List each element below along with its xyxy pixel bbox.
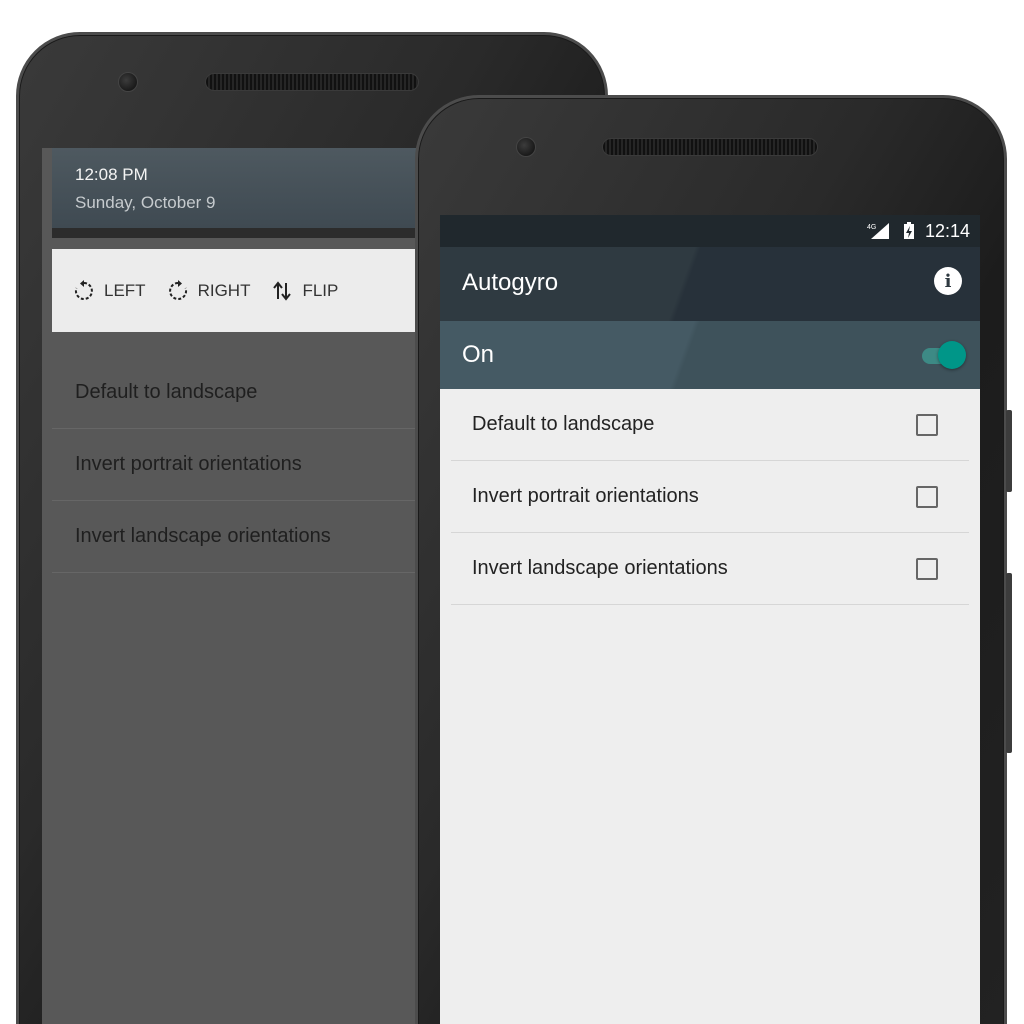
status-bar: 4G 12:14 — [440, 215, 980, 247]
rotate-right-icon — [168, 279, 187, 300]
pref-label: Invert portrait orientations — [472, 485, 699, 507]
back-row-label: Default to landscape — [75, 381, 258, 403]
back-phone-screen: 12:08 PM Sunday, October 9 LEFT RIGHT FL… — [42, 148, 418, 1024]
back-row-invert-landscape[interactable]: Invert landscape orientations — [52, 501, 418, 573]
rotate-left-label: LEFT — [104, 280, 146, 300]
volume-button[interactable] — [1006, 410, 1012, 492]
back-row-invert-portrait[interactable]: Invert portrait orientations — [52, 429, 418, 501]
front-camera-icon — [516, 137, 536, 157]
flip-label: FLIP — [302, 280, 339, 300]
notification-divider — [52, 228, 418, 238]
pref-label: Default to landscape — [472, 413, 655, 435]
app-bar: Autogyro i — [440, 247, 980, 321]
invert-landscape-checkbox[interactable] — [916, 557, 938, 580]
rotate-right-button[interactable]: RIGHT — [166, 279, 251, 303]
master-switch-toggle[interactable] — [938, 341, 966, 369]
signal-4g-icon: 4G — [867, 223, 889, 239]
rotate-right-label: RIGHT — [197, 280, 251, 300]
pref-label: Invert landscape orientations — [472, 557, 728, 579]
master-switch-label: On — [462, 341, 495, 368]
front-camera-icon — [118, 72, 138, 92]
network-type-label: 4G — [867, 224, 876, 231]
flip-button[interactable]: FLIP — [270, 279, 338, 303]
back-row-label: Invert landscape orientations — [75, 525, 331, 547]
pref-row-invert-portrait[interactable]: Invert portrait orientations — [451, 461, 969, 533]
power-button[interactable] — [1006, 573, 1012, 753]
app-title: Autogyro — [462, 269, 559, 296]
notification-time: 12:08 PM — [75, 165, 148, 184]
notification-card[interactable]: 12:08 PM Sunday, October 9 — [52, 148, 418, 228]
info-icon[interactable]: i — [934, 267, 962, 295]
invert-portrait-checkbox[interactable] — [916, 485, 938, 508]
earpiece-speaker — [602, 138, 818, 156]
pref-row-invert-landscape[interactable]: Invert landscape orientations — [451, 533, 969, 605]
battery-charging-icon — [903, 222, 914, 239]
default-landscape-checkbox[interactable] — [916, 413, 938, 436]
front-phone: 4G 12:14 Autogyro i On Default to landsc… — [415, 95, 1012, 1024]
rotate-left-button[interactable]: LEFT — [72, 279, 146, 303]
flip-icon — [273, 280, 292, 301]
pref-row-default-landscape[interactable]: Default to landscape — [451, 389, 969, 461]
notification-date: Sunday, October 9 — [75, 193, 216, 212]
back-row-default-landscape[interactable]: Default to landscape — [52, 357, 418, 429]
earpiece-speaker — [205, 73, 419, 91]
back-row-label: Invert portrait orientations — [75, 453, 302, 475]
status-time: 12:14 — [924, 220, 970, 241]
front-phone-screen: 4G 12:14 Autogyro i On Default to landsc… — [440, 215, 980, 1024]
quick-actions-bar: LEFT RIGHT FLIP — [52, 249, 418, 332]
rotate-left-icon — [74, 279, 93, 300]
master-switch-bar[interactable]: On — [440, 321, 980, 389]
